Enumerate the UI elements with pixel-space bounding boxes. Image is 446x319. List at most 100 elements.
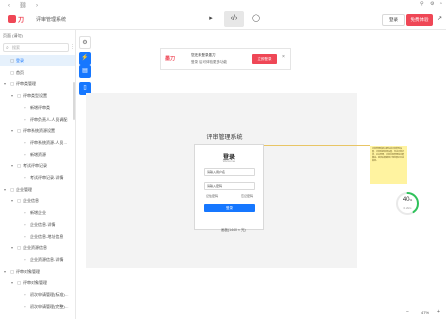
tree-item-label: 登录: [16, 58, 24, 63]
page-icon: ▫: [24, 139, 26, 145]
page-icon: ▢: [17, 128, 22, 134]
chevron-down-icon[interactable]: ▾: [4, 184, 6, 195]
tree-item[interactable]: ▾ ▢ 企业信息: [0, 195, 75, 206]
page-icon: ▫: [24, 175, 26, 180]
tree-item[interactable]: ▫ 新增企业: [0, 207, 75, 218]
tree-item[interactable]: ▫ 新增评审类: [0, 102, 75, 113]
banner-logo: 墨刀: [165, 56, 176, 62]
frame-size-label: 画板(1440 × 光): [221, 228, 246, 232]
chevron-down-icon[interactable]: ▾: [11, 125, 13, 136]
tree-item[interactable]: ▫ 初次申请管理(完整)…: [0, 301, 75, 312]
tree-item-label: 首页: [16, 69, 24, 75]
login-frame[interactable]: 登录 Welcome 请输入用户名 请输入密码 记住密码 忘记密码 登录: [194, 144, 264, 230]
tree-item-label: 评审对象管理: [16, 268, 40, 274]
tree-item-label: 初次申请管理(标准)…: [30, 292, 69, 297]
tree-item-label: 评审对象管理: [23, 280, 47, 286]
search-input[interactable]: ⌕ 搜索: [3, 43, 69, 52]
tree-item-label: 企业信息: [23, 198, 39, 204]
tree-item[interactable]: ▫ 新增资源: [0, 149, 75, 160]
app-logo: 刀: [8, 15, 30, 24]
password-field[interactable]: 请输入密码: [204, 182, 255, 190]
free-trial-button[interactable]: 免费体验: [406, 14, 433, 26]
login-subtitle: Welcome: [222, 159, 236, 163]
page-icon: ▢: [17, 198, 22, 204]
banner-login-button[interactable]: 立即登录: [252, 54, 277, 64]
page-icon: ▢: [10, 69, 15, 75]
comment-icon[interactable]: ◯: [246, 11, 266, 27]
page-icon: ▢: [10, 186, 15, 192]
back-icon[interactable]: ‹: [4, 0, 14, 12]
tree-item[interactable]: ▾ ▢ 评审系统资源设置: [0, 125, 75, 136]
tree-item[interactable]: ▫ 考试评审记录-详情: [0, 172, 75, 183]
tree-item[interactable]: ▢ 首页: [0, 67, 75, 78]
tree-item[interactable]: ▫ 企业信息-详情: [0, 219, 75, 230]
code-view-icon[interactable]: ‹/›: [224, 11, 244, 27]
tree-item[interactable]: ▫ 评审系统资源-人员…: [0, 137, 75, 148]
pin-icon[interactable]: ⚲: [420, 1, 424, 7]
page-tool-icon[interactable]: ▤: [79, 65, 91, 78]
share-icon[interactable]: ↗: [437, 15, 442, 22]
gauge-value: 40: [402, 197, 410, 203]
page-icon: ▫: [24, 256, 26, 262]
svg-text:刀: 刀: [18, 17, 24, 24]
gauge-unit: %: [409, 198, 413, 202]
tree-item-label: 评审系统资源-人员…: [30, 139, 68, 145]
progress-gauge: [396, 192, 419, 215]
tree-item-label: 考试评审记录: [23, 163, 47, 169]
page-icon: ▫: [24, 221, 26, 227]
zoom-level[interactable]: 47%: [421, 310, 429, 315]
interaction-tool-icon[interactable]: ⚡: [79, 52, 91, 65]
link-icon[interactable]: ⛓: [18, 0, 28, 12]
cursor-tool-icon[interactable]: ▸: [201, 11, 221, 27]
forward-icon[interactable]: ›: [32, 0, 42, 12]
tree-item[interactable]: ▾ ▢ 企业管理: [0, 184, 75, 195]
tree-item-label: 企业信息-详情: [30, 221, 56, 227]
tree-item[interactable]: ▫ 企业资源信息-详情: [0, 254, 75, 265]
chevron-down-icon[interactable]: ▾: [11, 242, 13, 253]
tree-item-label: 初次申请管理(完整)…: [30, 303, 69, 309]
close-icon[interactable]: ×: [282, 54, 285, 60]
app-title[interactable]: 评审管理系统: [36, 16, 66, 23]
tree-item-label: 企业资源信息: [23, 245, 47, 251]
chevron-down-icon[interactable]: ▾: [11, 90, 13, 101]
tree-item[interactable]: ▫ 评审负责人-人员调配: [0, 114, 75, 125]
banner-title: 您还未登录墨刀: [191, 53, 216, 57]
tree-item-label: 考试评审记录-详情: [30, 175, 64, 180]
page-icon: ▢: [17, 280, 22, 286]
sticky-note[interactable]: 评审管理系统主要包括评审类型设置、评审系统资源设置、考试评审记录、企业管理、评审…: [370, 146, 407, 184]
more-icon[interactable]: ⋮: [70, 44, 75, 50]
tree-item[interactable]: ▾ ▢ 企业资源信息: [0, 242, 75, 253]
scrollbar[interactable]: [73, 82, 75, 120]
chevron-down-icon[interactable]: ▾: [4, 266, 6, 277]
page-icon: ▢: [10, 58, 15, 63]
tree-item-label: 新增资源: [30, 151, 46, 157]
submit-login-button[interactable]: 登录: [204, 204, 255, 212]
forgot-password-link[interactable]: 忘记密码: [241, 194, 253, 198]
chevron-down-icon[interactable]: ▾: [4, 78, 6, 89]
login-button[interactable]: 登录: [382, 14, 405, 26]
tree-item-label: 新增评审类: [30, 104, 50, 110]
page-icon: ▫: [24, 303, 26, 309]
tree-item[interactable]: ▫ 企业信息-地址信息: [0, 231, 75, 242]
user-icon[interactable]: ◔: [439, 1, 442, 7]
settings-tool-icon[interactable]: ⚙: [79, 36, 91, 49]
tree-item[interactable]: ▾ ▢ 评审对象管理: [0, 266, 75, 277]
tree-item[interactable]: ▢ 登录: [0, 55, 75, 66]
zoom-out-button[interactable]: −: [406, 309, 409, 315]
tree-item[interactable]: ▾ ▢ 评审类管理: [0, 78, 75, 89]
tree-item[interactable]: ▾ ▢ 评审对象管理: [0, 277, 75, 288]
username-field[interactable]: 请输入用户名: [204, 168, 255, 176]
search-placeholder: 搜索: [12, 45, 20, 50]
tree-item-label: 评审类管理: [16, 81, 36, 87]
chevron-down-icon[interactable]: ▾: [11, 160, 13, 171]
page-icon: ▫: [24, 233, 26, 239]
tree-item[interactable]: ▾ ▢ 考试评审记录: [0, 160, 75, 171]
tree-item[interactable]: ▾ ▢ 评审类型设置: [0, 90, 75, 101]
chevron-down-icon[interactable]: ▾: [11, 195, 13, 206]
tree-item[interactable]: ▫ 初次申请管理(标准)…: [0, 289, 75, 300]
page-icon: ▢: [17, 163, 22, 169]
gear-icon[interactable]: ⚙: [430, 1, 434, 7]
remember-checkbox[interactable]: 记住密码: [206, 194, 218, 198]
zoom-in-button[interactable]: +: [437, 309, 440, 315]
chevron-down-icon[interactable]: ▾: [11, 277, 13, 288]
